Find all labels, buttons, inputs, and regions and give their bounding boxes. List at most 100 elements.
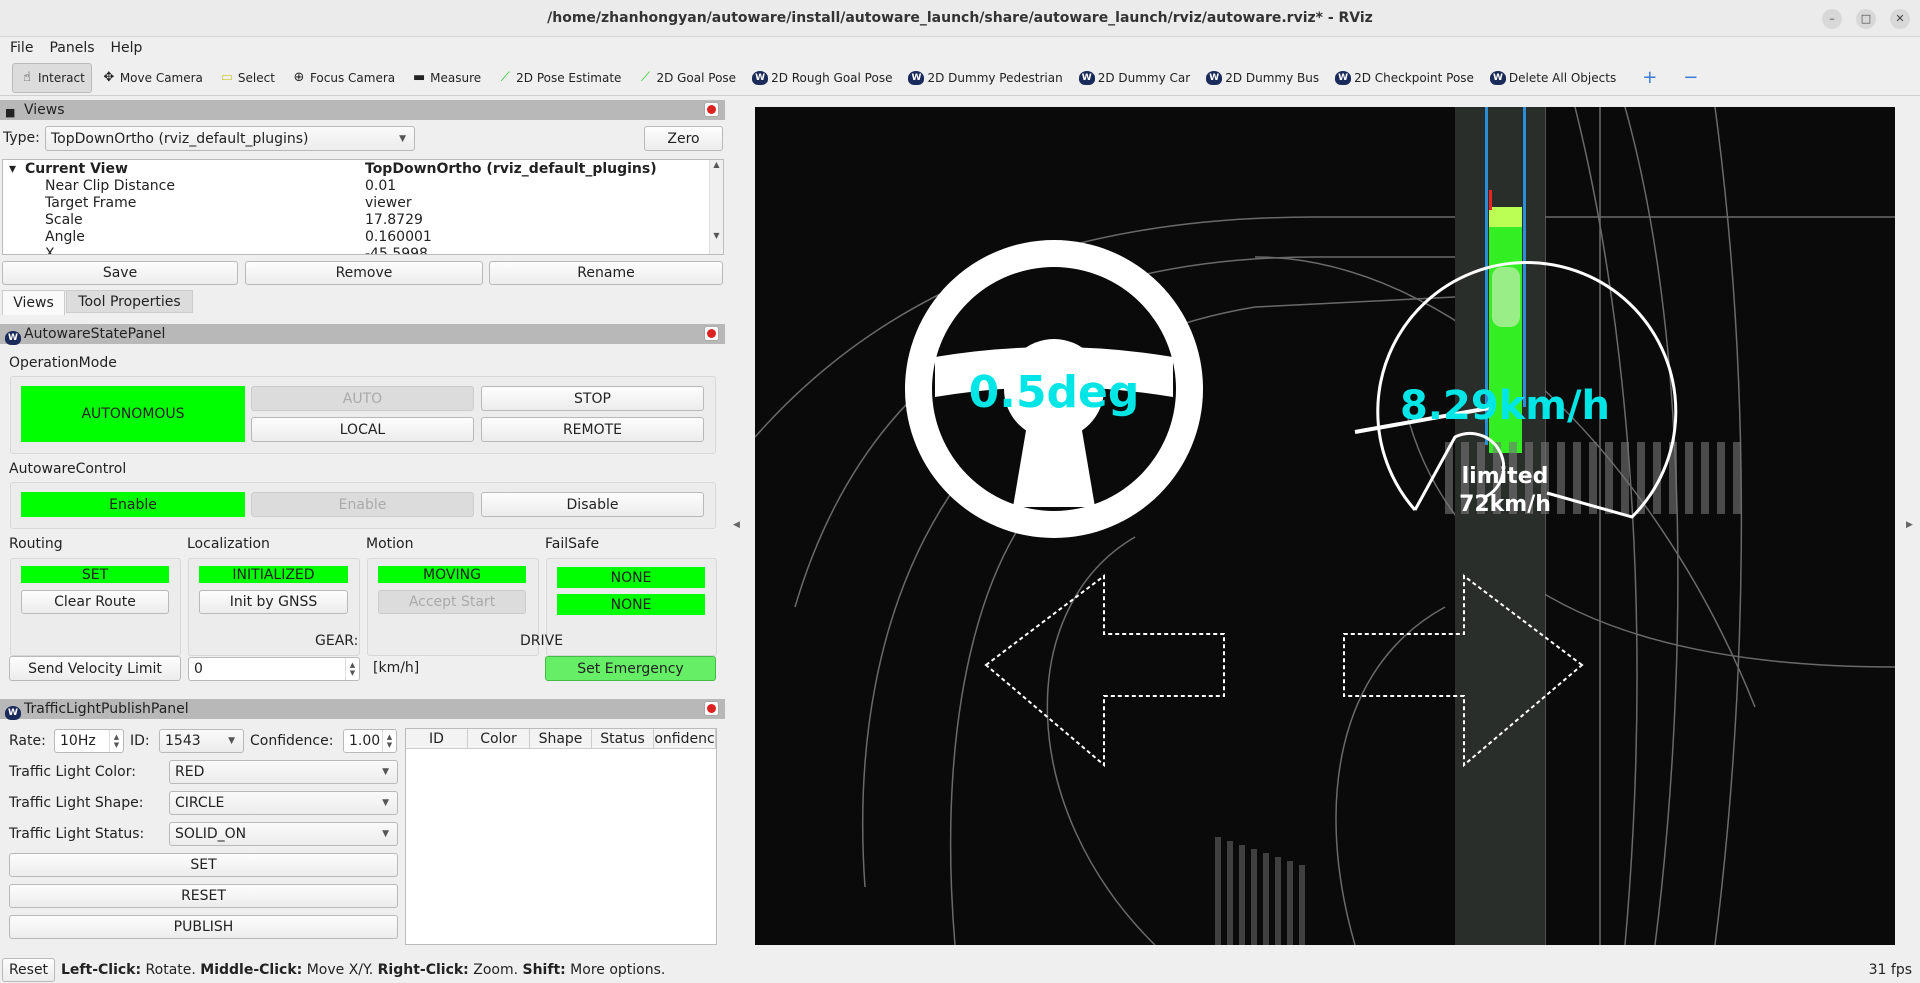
expand-arrow-icon[interactable]: ▾ <box>9 161 16 178</box>
column-header[interactable]: ID <box>406 729 468 748</box>
tree-row[interactable]: Angle <box>45 229 85 246</box>
zero-button[interactable]: Zero <box>644 126 723 151</box>
menu-bar: File Panels Help <box>0 37 1920 60</box>
green-arrow-icon: ⟋ <box>500 70 510 85</box>
confidence-spinbox[interactable]: 1.00 ▲ ▼ <box>343 729 397 753</box>
tool-measure[interactable]: ▬ Measure <box>404 63 488 93</box>
tool-label: 2D Dummy Car <box>1097 70 1191 85</box>
motion-status: MOVING <box>378 566 526 583</box>
traffic-panel-title: TrafficLightPublishPanel <box>24 701 189 717</box>
save-view-button[interactable]: Save <box>2 261 238 285</box>
tool-2d-dummy-car[interactable]: W 2D Dummy Car <box>1072 63 1198 93</box>
local-button[interactable]: LOCAL <box>251 417 474 442</box>
column-header[interactable]: Status <box>592 729 654 748</box>
left-turn-signal-icon <box>984 573 1225 768</box>
maximize-button[interactable]: □ <box>1856 9 1876 29</box>
reset-view-button[interactable]: Reset <box>2 958 55 982</box>
traffic-light-status-select[interactable]: SOLID_ON ▼ <box>169 822 398 846</box>
tree-row[interactable]: Scale <box>45 212 83 229</box>
status-label: Traffic Light Status: <box>9 826 145 842</box>
tool-focus-camera[interactable]: ⊕ Focus Camera <box>284 63 402 93</box>
view-type-select[interactable]: TopDownOrtho (rviz_default_plugins) ▼ <box>45 126 415 151</box>
spinner-arrows-icon[interactable]: ▲ ▼ <box>382 730 396 752</box>
column-header[interactable]: Color <box>468 729 530 748</box>
tool-2d-dummy-bus[interactable]: W 2D Dummy Bus <box>1199 63 1326 93</box>
clear-route-button[interactable]: Clear Route <box>21 590 169 614</box>
tool-delete-all-objects[interactable]: W Delete All Objects <box>1483 63 1623 93</box>
close-panel-icon[interactable] <box>704 326 719 341</box>
control-status: Enable <box>21 492 245 517</box>
column-header[interactable]: Shape <box>530 729 592 748</box>
tool-2d-goal-pose[interactable]: ⟋ 2D Goal Pose <box>630 63 743 93</box>
fps-counter: 31 fps <box>1868 962 1912 978</box>
tool-2d-checkpoint-pose[interactable]: W 2D Checkpoint Pose <box>1328 63 1481 93</box>
add-tool-icon[interactable]: + <box>1635 63 1664 93</box>
type-label: Type: <box>3 130 40 146</box>
close-panel-icon[interactable] <box>704 102 719 117</box>
enable-button[interactable]: Enable <box>251 492 474 517</box>
status-bar: Reset Left-Click: Rotate. Middle-Click: … <box>0 957 1920 983</box>
disable-button[interactable]: Disable <box>481 492 704 517</box>
rename-view-button[interactable]: Rename <box>489 261 723 285</box>
tool-interact[interactable]: ☝ Interact <box>12 62 92 93</box>
tool-2d-dummy-pedestrian[interactable]: W 2D Dummy Pedestrian <box>901 63 1069 93</box>
publish-button[interactable]: PUBLISH <box>9 915 398 939</box>
property-name: Scale <box>45 212 83 228</box>
tool-2d-pose-estimate[interactable]: ⟋ 2D Pose Estimate <box>490 63 628 93</box>
select-box-icon: ▭ <box>220 70 234 85</box>
velocity-limit-input[interactable]: 0 ▲ ▼ <box>188 657 360 681</box>
send-velocity-limit-button[interactable]: Send Velocity Limit <box>9 656 181 681</box>
reset-button[interactable]: RESET <box>9 884 398 908</box>
tab-tool-properties[interactable]: Tool Properties <box>66 290 193 313</box>
remote-button[interactable]: REMOTE <box>481 417 704 442</box>
shape-label: Traffic Light Shape: <box>9 795 144 811</box>
tool-select[interactable]: ▭ Select <box>212 63 282 93</box>
close-button[interactable]: ✕ <box>1890 9 1910 29</box>
remove-view-button[interactable]: Remove <box>245 261 483 285</box>
steering-angle-text: 0.5deg <box>969 367 1140 418</box>
minimize-button[interactable]: – <box>1822 9 1842 29</box>
rate-spinbox[interactable]: 10Hz ▲ ▼ <box>54 729 124 753</box>
menu-panels[interactable]: Panels <box>49 37 94 60</box>
spinner-arrows-icon[interactable]: ▲ ▼ <box>109 730 123 752</box>
chevron-down-icon: ▼ <box>382 829 389 839</box>
set-emergency-button[interactable]: Set Emergency <box>545 656 716 681</box>
crosswalk-stripe <box>1589 442 1597 514</box>
operation-mode-label: OperationMode <box>9 355 117 371</box>
menu-help[interactable]: Help <box>111 37 143 60</box>
property-value: 0.01 <box>365 178 397 194</box>
stop-button[interactable]: STOP <box>481 386 704 411</box>
view-type-value: TopDownOrtho (rviz_default_plugins) <box>51 130 309 147</box>
tool-move-camera[interactable]: ✥ Move Camera <box>94 63 210 93</box>
autoware-logo-icon: W <box>5 327 21 347</box>
id-select[interactable]: 1543 ▼ <box>159 729 244 753</box>
tree-scrollbar[interactable]: ▲ ▼ <box>709 160 723 254</box>
traffic-light-shape-select[interactable]: CIRCLE ▼ <box>169 791 398 815</box>
property-name: Current View <box>25 161 128 177</box>
menu-file[interactable]: File <box>10 37 33 60</box>
spinner-arrows-icon[interactable]: ▲ ▼ <box>345 658 359 680</box>
auto-button[interactable]: AUTO <box>251 386 474 411</box>
tool-2d-rough-goal-pose[interactable]: W 2D Rough Goal Pose <box>745 63 899 93</box>
column-header[interactable]: onfidenc <box>654 729 716 748</box>
collapse-left-icon[interactable]: ◀ <box>733 520 740 530</box>
tree-row[interactable]: Near Clip Distance <box>45 178 175 195</box>
close-panel-icon[interactable] <box>704 701 719 716</box>
id-label: ID: <box>130 733 150 749</box>
3d-viewport[interactable]: 0.5deg 8.29km/h limited 72km/h <box>755 107 1895 945</box>
accept-start-button[interactable]: Accept Start <box>378 590 526 614</box>
crosswalk-stripe <box>1557 442 1565 514</box>
autoware-logo-icon: W <box>1335 70 1352 85</box>
init-by-gnss-button[interactable]: Init by GNSS <box>199 590 348 614</box>
chevron-down-icon: ▼ <box>399 133 406 144</box>
tree-row[interactable]: Target Frame <box>45 195 136 212</box>
remove-tool-icon[interactable]: − <box>1676 63 1705 93</box>
traffic-light-color-select[interactable]: RED ▼ <box>169 760 398 784</box>
tab-views[interactable]: Views <box>2 290 65 315</box>
set-button[interactable]: SET <box>9 853 398 877</box>
tree-row[interactable]: X <box>45 246 55 254</box>
ruler-icon: ▬ <box>412 70 426 85</box>
traffic-panel-header: W TrafficLightPublishPanel <box>0 699 725 720</box>
collapse-right-icon[interactable]: ▶ <box>1906 520 1913 530</box>
tree-row[interactable]: ▾ Current View <box>9 161 128 178</box>
